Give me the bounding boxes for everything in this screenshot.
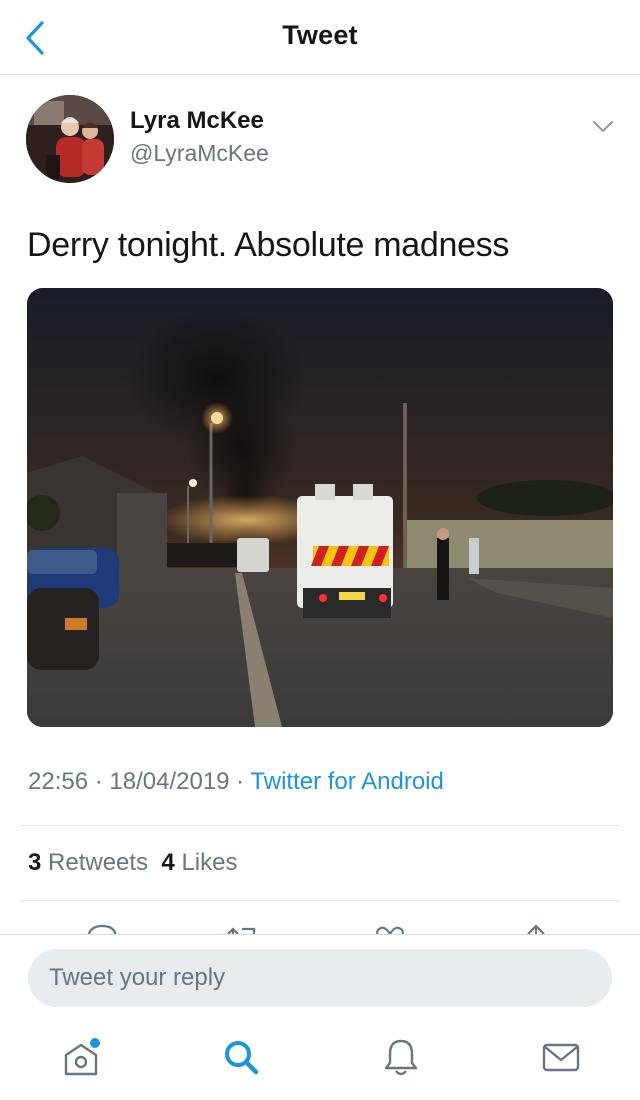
photo-street-night-police-vehicle-smoke (27, 288, 613, 727)
likes-label: Likes (181, 849, 238, 876)
search-icon (225, 1041, 259, 1075)
divider (20, 900, 620, 901)
nav-messages[interactable] (536, 1032, 586, 1082)
retweets-count: 3 (28, 849, 42, 876)
page-title: Tweet (282, 20, 358, 50)
divider (20, 825, 620, 826)
retweet-icon (227, 927, 256, 935)
retweets-stat[interactable]: 3 Retweets (28, 849, 148, 876)
home-icon (64, 1038, 100, 1076)
reply-icon (87, 924, 117, 935)
meta-separator: · (88, 768, 110, 795)
chevron-down-icon (593, 121, 613, 132)
tweet-time: 22:56 (28, 768, 89, 795)
like-button[interactable] (370, 920, 410, 935)
tweet-author: Lyra McKee @LyraMcKee (26, 95, 616, 185)
like-icon (376, 926, 404, 935)
tweet-stats: 3 Retweets 4 Likes (28, 849, 237, 877)
avatar-photo (26, 95, 114, 183)
author-handle[interactable]: @LyraMcKee (130, 140, 269, 167)
nav-search[interactable] (216, 1032, 266, 1082)
nav-home[interactable] (56, 1032, 106, 1082)
notifications-icon (384, 1039, 418, 1076)
share-icon (527, 924, 545, 935)
tweet-timestamp: 22:56 · 18/04/2019 · Twitter for Android (28, 768, 444, 796)
messages-icon (542, 1043, 580, 1072)
tweet-media[interactable] (27, 288, 613, 727)
retweet-button[interactable] (222, 920, 262, 935)
tweet-source-link[interactable]: Twitter for Android (250, 768, 443, 795)
tweet-actions (0, 910, 640, 935)
avatar[interactable] (26, 95, 114, 183)
retweets-label: Retweets (48, 849, 149, 876)
bottom-bar: Tweet your reply (0, 934, 640, 1100)
top-bar: Tweet (0, 0, 640, 75)
author-display-name[interactable]: Lyra McKee (130, 107, 264, 135)
more-options-button[interactable] (590, 113, 616, 139)
nav-notifications[interactable] (376, 1032, 426, 1082)
tweet-text: Derry tonight. Absolute madness (27, 226, 510, 264)
likes-stat[interactable]: 4 Likes (161, 849, 237, 876)
tweet-date: 18/04/2019 (109, 768, 230, 795)
reply-button[interactable] (82, 920, 122, 935)
meta-separator: · (229, 768, 251, 795)
reply-input[interactable]: Tweet your reply (28, 949, 612, 1007)
share-button[interactable] (516, 920, 556, 935)
likes-count: 4 (161, 849, 175, 876)
